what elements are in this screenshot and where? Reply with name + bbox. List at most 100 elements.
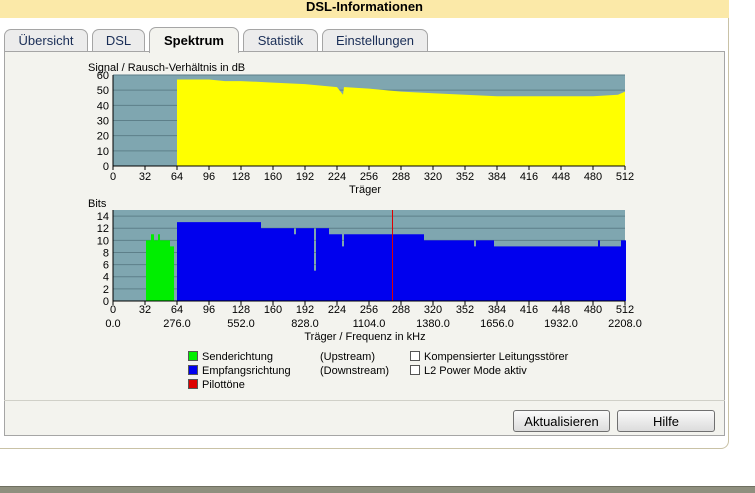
upstream-bar	[151, 234, 154, 301]
bits-y-tick-label: 12	[97, 223, 109, 235]
bits-x-tick-label: 288	[392, 304, 410, 316]
snr-x-tick-label: 448	[552, 171, 570, 183]
legend-recv-dir: (Downstream)	[320, 365, 390, 377]
snr-x-tick-label: 128	[232, 171, 250, 183]
downstream-bar	[600, 246, 621, 301]
snr-y-tick-label: 40	[97, 100, 109, 112]
snr-y-tick-label: 30	[97, 116, 109, 128]
bits-x-tick-label: 192	[296, 304, 314, 316]
bits-y-tick-label: 10	[97, 235, 109, 247]
snr-x-tick-label: 0	[110, 171, 116, 183]
bits-khz-tick-label: 2208.0	[608, 318, 642, 330]
downstream-bar	[329, 234, 342, 301]
snr-x-tick-label: 192	[296, 171, 314, 183]
bits-khz-tick-label: 0.0	[105, 318, 120, 330]
bits-khz-tick-label: 1656.0	[480, 318, 514, 330]
snr-x-tick-label: 224	[328, 171, 346, 183]
snr-x-tick-label: 480	[584, 171, 602, 183]
kls-swatch	[410, 351, 420, 361]
downstream-bar	[494, 246, 496, 301]
snr-x-tick-label: 320	[424, 171, 442, 183]
bits-y-tick-label: 8	[103, 247, 109, 259]
refresh-button[interactable]: Aktualisieren	[513, 410, 610, 432]
bits-x-tick-label: 64	[171, 304, 183, 316]
legend-recv-label: Empfangsrichtung	[202, 365, 291, 377]
snr-x-tick-label: 512	[616, 171, 634, 183]
bits-x-tick-label: 416	[520, 304, 538, 316]
bits-chart-xlabel: Träger / Frequenz in kHz	[304, 331, 425, 343]
upstream-bar	[170, 246, 174, 301]
snr-y-tick-label: 0	[103, 161, 109, 173]
bits-x-tick-label: 384	[488, 304, 506, 316]
downstream-bar	[424, 240, 474, 301]
bits-x-tick-label: 448	[552, 304, 570, 316]
recv-swatch	[188, 365, 198, 375]
bits-x-tick-label: 32	[139, 304, 151, 316]
legend-kls: Kompensierter Leitungsstörer	[410, 351, 568, 364]
snr-y-tick-label: 10	[97, 146, 109, 158]
downstream-bar	[177, 222, 261, 301]
legend-recv: Empfangsrichtung	[188, 365, 291, 378]
bits-khz-tick-label: 276.0	[163, 318, 191, 330]
bits-x-tick-label: 480	[584, 304, 602, 316]
legend-l2-label: L2 Power Mode aktiv	[424, 365, 527, 377]
snr-x-tick-label: 416	[520, 171, 538, 183]
legend-send: Senderichtung	[188, 351, 273, 364]
bits-x-tick-label: 256	[360, 304, 378, 316]
bits-khz-tick-label: 828.0	[291, 318, 319, 330]
upstream-bar	[160, 240, 170, 301]
snr-x-tick-label: 64	[171, 171, 183, 183]
snr-chart-xlabel: Träger	[349, 184, 381, 196]
bits-khz-tick-label: 1104.0	[353, 318, 386, 330]
legend-send-dir: (Upstream)	[320, 351, 376, 363]
help-button[interactable]: Hilfe	[617, 410, 715, 432]
downstream-bar	[476, 240, 494, 301]
upstream-bar	[158, 234, 160, 301]
bits-x-tick-label: 320	[424, 304, 442, 316]
downstream-bar	[294, 234, 296, 301]
downstream-bar	[316, 228, 329, 301]
legend-pilot-label: Pilottöne	[202, 379, 245, 391]
legend-send-label: Senderichtung	[202, 351, 273, 363]
snr-x-tick-label: 288	[392, 171, 410, 183]
bits-khz-tick-label: 552.0	[227, 318, 255, 330]
bits-khz-tick-label: 1932.0	[544, 318, 578, 330]
bits-x-tick-label: 96	[203, 304, 215, 316]
bits-x-tick-label: 352	[456, 304, 474, 316]
snr-x-tick-label: 384	[488, 171, 506, 183]
bits-y-tick-label: 0	[103, 296, 109, 308]
downstream-bar	[344, 234, 393, 301]
bits-x-tick-label: 160	[264, 304, 282, 316]
snr-x-tick-label: 160	[264, 171, 282, 183]
bits-khz-tick-label: 1380.0	[416, 318, 450, 330]
snr-x-tick-label: 32	[139, 171, 151, 183]
snr-x-tick-label: 256	[360, 171, 378, 183]
bits-x-tick-label: 512	[616, 304, 634, 316]
bits-chart-title: Bits	[88, 198, 107, 210]
downstream-bar	[314, 270, 316, 301]
snr-y-tick-label: 20	[97, 131, 109, 143]
snr-x-tick-label: 352	[456, 171, 474, 183]
bits-y-tick-label: 4	[103, 272, 109, 284]
bits-y-tick-label: 2	[103, 284, 109, 296]
bits-y-tick-label: 14	[97, 211, 109, 223]
legend-kls-label: Kompensierter Leitungsstörer	[424, 351, 569, 363]
snr-chart-title: Signal / Rausch-Verhältnis in dB	[88, 62, 245, 74]
downstream-bar	[296, 228, 314, 301]
downstream-bar	[496, 246, 598, 301]
bits-x-tick-label: 128	[232, 304, 250, 316]
bits-x-tick-label: 0	[110, 304, 116, 316]
downstream-bar	[598, 240, 600, 301]
legend-pilot: Pilottöne	[188, 379, 245, 392]
bits-x-tick-label: 224	[328, 304, 346, 316]
downstream-bar	[474, 246, 476, 301]
downstream-bar	[621, 240, 626, 301]
bits-y-tick-label: 6	[103, 260, 109, 272]
downstream-bar	[261, 228, 294, 301]
downstream-bar	[342, 246, 344, 301]
snr-y-tick-label: 60	[97, 70, 109, 82]
upstream-bar	[146, 240, 151, 301]
downstream-bar	[393, 234, 424, 301]
upstream-bar	[154, 240, 158, 301]
l2-swatch	[410, 365, 420, 375]
